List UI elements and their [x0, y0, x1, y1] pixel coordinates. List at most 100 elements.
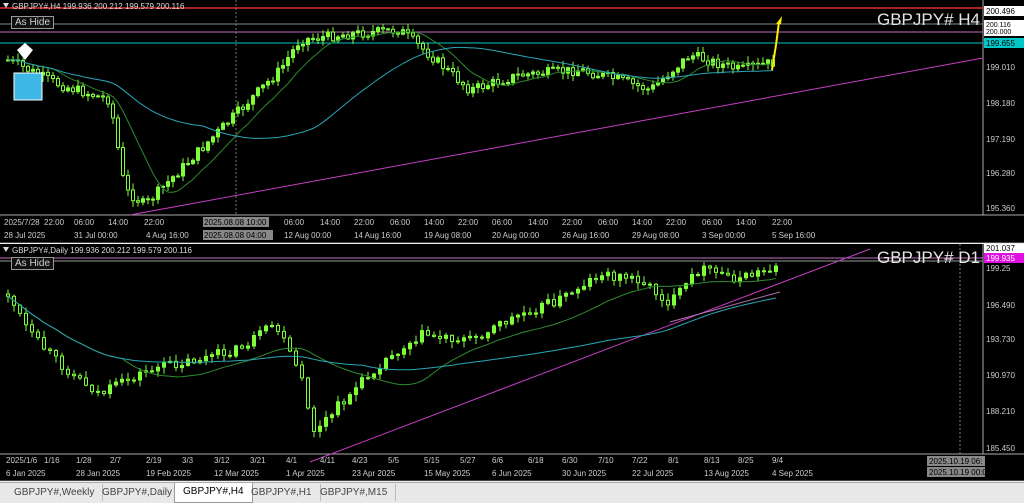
as-hide-button[interactable]: As Hide: [11, 257, 55, 270]
chart-d1-header: GBPJPY#,Daily 199.936 200.212 199.579 20…: [3, 246, 192, 255]
d1-candle: [390, 355, 394, 359]
date-label: 3/3: [182, 456, 194, 465]
d1-candle: [474, 335, 478, 338]
h4-candle: [216, 128, 220, 138]
chart-d1-canvas[interactable]: 201.037199.935199.25 196.490 193.730 190.97…: [0, 244, 1024, 480]
h4-candle: [541, 73, 545, 76]
tab-daily[interactable]: GBPJPY#,Daily: [94, 484, 182, 501]
h4-candle: [456, 71, 460, 83]
h4-candle: [476, 83, 480, 88]
d1-candle: [702, 265, 706, 276]
h4-candle: [241, 106, 245, 110]
time-label: 20 Aug 00:00: [492, 231, 540, 240]
h4-candle: [181, 163, 185, 177]
h4-candle: [311, 37, 315, 40]
d1-candle: [402, 348, 406, 355]
price-label: 201.037: [986, 244, 1015, 253]
d1-candle: [366, 377, 370, 380]
d1-candle: [612, 271, 616, 281]
h4-candle: [446, 68, 450, 71]
d1-candle: [96, 390, 100, 393]
d1-candle: [552, 299, 556, 307]
d1-candle: [546, 299, 550, 304]
h4-candle: [196, 147, 200, 161]
h4-candle: [421, 42, 425, 50]
time-label: 29 Aug 08:00: [632, 231, 680, 240]
h4-candle: [101, 95, 105, 98]
time-label: 28 Jan 2025: [76, 469, 121, 478]
h4-candle: [221, 122, 225, 130]
h4-candle: [506, 81, 510, 85]
h4-candle: [411, 32, 415, 37]
h4-candle: [51, 74, 55, 80]
h4-candle: [71, 87, 75, 93]
h4-candle: [636, 82, 640, 87]
h4-candle: [226, 122, 230, 125]
d1-candle: [246, 345, 250, 349]
d1-candle: [342, 401, 346, 405]
h4-candle: [526, 73, 530, 77]
h4-candle: [56, 78, 60, 87]
h4-candle: [566, 67, 570, 74]
d1-candle: [312, 407, 316, 432]
d1-candle: [582, 285, 586, 290]
tab-m15[interactable]: GBPJPY#,M15: [312, 484, 397, 501]
h4-candle: [436, 57, 440, 63]
h4-candle: [531, 71, 535, 75]
d1-candle: [180, 364, 184, 369]
time-label: 12 Aug 00:00: [284, 231, 332, 240]
d1-candle: [774, 265, 778, 273]
pen-icon: [17, 43, 33, 60]
h4-candle: [766, 59, 770, 65]
h4-candle: [646, 88, 650, 91]
d1-candle: [270, 325, 274, 328]
price-label: 190.970: [986, 371, 1015, 380]
d1-candle: [630, 275, 634, 279]
d1-candle: [588, 277, 592, 287]
price-label: 193.730: [986, 335, 1015, 344]
h4-candle: [186, 163, 190, 166]
chart-menu-icon[interactable]: [3, 247, 9, 252]
hour-label: 22:00: [354, 218, 375, 227]
h4-candle: [31, 68, 35, 72]
d1-candle: [462, 337, 466, 342]
price-label: 199.25: [986, 264, 1011, 273]
time-label: 13 Aug 2025: [704, 469, 749, 478]
hour-label: 06:00: [598, 218, 619, 227]
marker-label: 2025.10.19 00:00: [929, 468, 992, 477]
h4-candle: [286, 57, 290, 66]
d1-candle: [426, 330, 430, 336]
price-label: 199.935: [986, 254, 1015, 263]
as-hide-button[interactable]: As Hide: [11, 16, 55, 29]
marker-label: 2025.10.19 06:: [929, 457, 982, 466]
signal-arrow: [771, 21, 780, 71]
chart-menu-icon[interactable]: [3, 3, 9, 8]
price-label: 199.010: [986, 63, 1015, 72]
h4-candle: [676, 67, 680, 73]
tab-h1[interactable]: GBPJPY#,H1: [243, 484, 321, 501]
h4-candle: [281, 64, 285, 69]
h4-candle: [356, 30, 360, 34]
d1-candle: [720, 271, 724, 274]
chart-d1[interactable]: 201.037 199.935 199.25 196.490 193.730 190.97…: [0, 244, 1024, 481]
chart-h4[interactable]: 200.496 200.116 200.000 199.655 199.010 198.1…: [0, 0, 1024, 243]
d1-candle: [36, 331, 40, 339]
time-label: 15 May 2025: [424, 469, 471, 478]
price-label: 200.000: [986, 29, 1011, 36]
d1-candle: [288, 337, 292, 352]
date-label: 7/22: [632, 456, 648, 465]
h4-candle: [731, 62, 735, 70]
tab-h4[interactable]: GBPJPY#,H4: [174, 483, 253, 503]
h4-candle: [416, 35, 420, 44]
d1-candle: [510, 316, 514, 325]
price-label: 198.180: [986, 99, 1015, 108]
d1-candle: [216, 349, 220, 356]
h4-candle: [461, 81, 465, 86]
h4-candle: [86, 93, 90, 97]
h4-candle: [341, 34, 345, 38]
h4-candle: [351, 32, 355, 40]
h4-candle: [116, 117, 120, 149]
tab-weekly[interactable]: GBPJPY#,Weekly: [6, 484, 104, 501]
chart-h4-canvas[interactable]: 200.496200.116200.000199.655199.010198.1…: [0, 0, 1024, 242]
price-label: 199.655: [986, 39, 1015, 48]
